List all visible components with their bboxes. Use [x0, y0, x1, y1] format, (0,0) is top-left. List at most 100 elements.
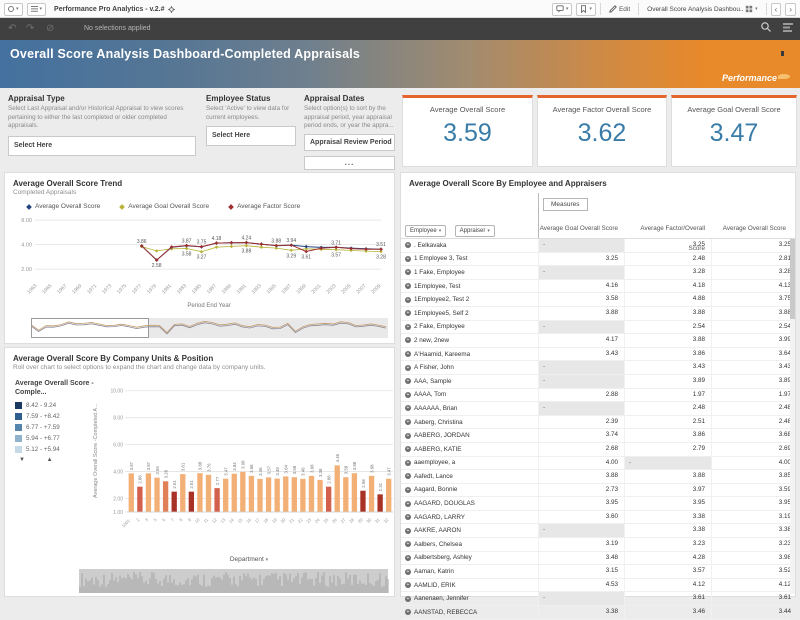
expand-plus-icon[interactable]: + [405, 324, 411, 330]
bar[interactable] [137, 487, 142, 512]
legend-item[interactable]: 8.42 - 9.24 [15, 402, 99, 409]
expand-plus-icon[interactable]: + [405, 297, 411, 303]
bar[interactable] [240, 472, 245, 512]
expand-plus-icon[interactable]: + [405, 609, 411, 615]
clear-selections-icon[interactable]: ⊘ [46, 22, 54, 36]
bar[interactable] [223, 479, 228, 512]
sheet-selector-button[interactable]: Overall Score Analysis Dashbou... ▾ [643, 3, 762, 16]
table-row[interactable]: +Aafedt, Lance3.883.883.85 [401, 470, 790, 484]
bar-chart-scrollbar[interactable] [79, 569, 388, 593]
expand-plus-icon[interactable]: + [405, 514, 411, 520]
expand-plus-icon[interactable]: + [405, 446, 411, 452]
kpi-card-2[interactable]: Average Factor Overall Score3.62 [537, 95, 667, 167]
expand-plus-icon[interactable]: + [405, 555, 411, 561]
legend-item[interactable]: Average Goal Overall Score [120, 203, 209, 210]
table-row[interactable]: +aaemployee, a4.00-4.00 [401, 457, 790, 471]
table-row[interactable]: +AABERG, KATIE2.682.792.69 [401, 443, 790, 457]
legend-item[interactable]: 5.12 - +5.94 [15, 446, 99, 453]
table-row[interactable]: +AAKRE, AARON-3.383.38 [401, 524, 790, 538]
table-row[interactable]: +Aalbers, Chelsea3.193.233.23 [401, 538, 790, 552]
edit-button[interactable]: Edit [605, 3, 634, 16]
bar[interactable] [386, 479, 391, 512]
expand-plus-icon[interactable]: + [405, 433, 411, 439]
expand-plus-icon[interactable]: + [405, 351, 411, 357]
bar[interactable] [189, 492, 194, 512]
bar[interactable] [197, 473, 202, 512]
bar[interactable] [146, 473, 151, 512]
legend-item[interactable]: Average Factor Score [229, 203, 300, 210]
column-header-goal[interactable]: Average Goal Overall Score [538, 219, 624, 239]
table-scrollbar-thumb[interactable] [790, 239, 795, 319]
expand-plus-icon[interactable]: + [405, 283, 411, 289]
table-row[interactable]: +AABERG, JORDAN3.743.863.68 [401, 429, 790, 443]
table-row[interactable]: +Aalbertsberg, Ashley3.484.283.98 [401, 552, 790, 566]
bar[interactable] [360, 491, 365, 512]
table-row[interactable]: +1 Fake, Employee-3.283.28 [401, 266, 790, 280]
bookmarks-button[interactable]: ▾ [576, 3, 596, 16]
expand-plus-icon[interactable]: + [405, 501, 411, 507]
appraisal-type-listbox[interactable]: Select Here [8, 136, 196, 156]
bar[interactable] [180, 474, 185, 512]
previous-sheet-button[interactable]: ‹ [771, 3, 782, 16]
bar[interactable] [352, 473, 357, 512]
expand-plus-icon[interactable]: + [405, 596, 411, 602]
measures-button[interactable]: Measures [543, 198, 588, 211]
line-chart-plot[interactable]: 8.004.002.001963196519671969197119731975… [13, 210, 386, 315]
table-row[interactable]: +AAGARD, LARRY3.603.383.19 [401, 511, 790, 525]
expand-plus-icon[interactable]: + [405, 405, 411, 411]
bar[interactable] [335, 465, 340, 512]
expand-plus-icon[interactable]: + [405, 460, 411, 466]
expand-plus-icon[interactable]: + [405, 392, 411, 398]
table-row[interactable]: +Aagard, Bonnie2.733.973.59 [401, 484, 790, 498]
selections-tool-icon[interactable] [782, 21, 794, 33]
table-row[interactable]: +1Employee2, Test 23.584.883.75 [401, 293, 790, 307]
employee-status-listbox[interactable]: Select Here [206, 126, 296, 146]
bar[interactable] [232, 474, 237, 512]
navigation-menu-button[interactable]: ▾ [27, 3, 47, 16]
expand-plus-icon[interactable]: + [405, 487, 411, 493]
table-row[interactable]: +2 new, 2new4.173.883.99 [401, 334, 790, 348]
table-row[interactable]: +AAAA, Tom2.881.971.97 [401, 389, 790, 403]
bar[interactable] [292, 477, 297, 512]
bar-chart-x-axis-label[interactable]: Department ▾ [105, 556, 393, 563]
table-row[interactable]: +1Employee5, Self 23.883.883.88 [401, 307, 790, 321]
gear-icon[interactable] [168, 6, 175, 13]
more-options-button[interactable]: ... [304, 156, 395, 170]
expand-plus-icon[interactable]: + [405, 419, 411, 425]
column-header-overall[interactable]: Average Overall Score [711, 219, 792, 239]
expand-plus-icon[interactable]: + [405, 473, 411, 479]
bar[interactable] [369, 476, 374, 512]
next-sheet-button[interactable]: › [785, 3, 796, 16]
legend-scroll-arrows[interactable]: ▼ ▲ [19, 457, 99, 463]
bar[interactable] [326, 487, 331, 512]
line-chart-minimap[interactable] [31, 318, 388, 338]
appraiser-dimension-button[interactable]: Appraiser ▾ [455, 225, 495, 237]
table-row[interactable]: +AAA, Sample-3.893.89 [401, 375, 790, 389]
bar[interactable] [275, 479, 280, 512]
bar[interactable] [249, 476, 254, 512]
bar[interactable] [283, 476, 288, 512]
expand-plus-icon[interactable]: + [405, 541, 411, 547]
table-row[interactable]: +Aaman, Katrin3.153.573.52 [401, 565, 790, 579]
table-row[interactable]: +AAMLID, ERIK4.534.124.12 [401, 579, 790, 593]
step-forward-icon[interactable]: ↷ [26, 22, 34, 36]
bar[interactable] [206, 475, 211, 512]
expand-plus-icon[interactable]: + [405, 310, 411, 316]
kpi-card-1[interactable]: Average Overall Score3.59 [402, 95, 533, 167]
legend-item[interactable]: 5.94 - +6.77 [15, 435, 99, 442]
expand-plus-icon[interactable]: + [405, 582, 411, 588]
kpi-card-3[interactable]: Average Goal Overall Score3.47 [671, 95, 797, 167]
expand-plus-icon[interactable]: + [405, 269, 411, 275]
table-row[interactable]: +Aaberg, Christina2.392.512.48 [401, 416, 790, 430]
appraisal-dates-listbox[interactable]: Appraisal Review Period [304, 134, 395, 151]
bar[interactable] [129, 473, 134, 512]
bar[interactable] [172, 492, 177, 512]
table-row[interactable]: +1 Employee 3, Test3.252.482.81 [401, 253, 790, 267]
bar[interactable] [300, 479, 305, 512]
table-row[interactable]: +AAGARD, DOUGLAS3.953.953.95 [401, 497, 790, 511]
bar[interactable] [257, 479, 262, 512]
app-options-button[interactable]: ▾ [4, 3, 23, 16]
table-row[interactable]: +AANSTAD, REBECCA3.383.463.44 [401, 606, 790, 620]
table-row[interactable]: +. Eelkavaka-3.253.25 [401, 239, 790, 253]
legend-item[interactable]: 6.77 - +7.59 [15, 424, 99, 431]
